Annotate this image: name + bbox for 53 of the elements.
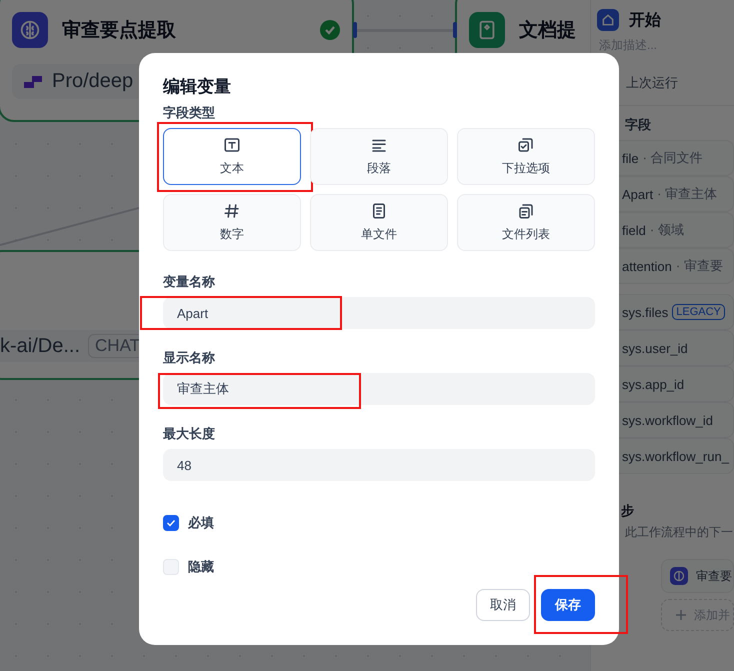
section-description: 此工作流程中的下一 (624, 524, 734, 541)
field-label: 字段类型 (163, 104, 216, 122)
variable-name: sys.workflow_id (622, 412, 714, 428)
variable-label: · 审查主体 (657, 185, 718, 203)
input-field[interactable]: 48 (163, 449, 595, 481)
legacy-tag: LEGACY (672, 304, 725, 320)
variable-name: file (622, 150, 639, 166)
variable-name: sys.files (622, 304, 668, 320)
field-type-option[interactable]: 下拉选项 (457, 128, 595, 185)
field-type-option[interactable]: 单文件 (310, 194, 448, 251)
field-label: 显示名称 (163, 349, 216, 367)
next-node[interactable]: 审查要 (661, 559, 734, 593)
field-type-option[interactable]: 数字 (163, 194, 301, 251)
variable-name: field (622, 222, 646, 238)
input-field[interactable]: 审查主体 (163, 373, 595, 405)
variable-name: Apart (622, 186, 654, 202)
save-button[interactable]: 保存 (541, 589, 595, 621)
cancel-button[interactable]: 取消 (476, 589, 530, 621)
variable-name: attention (622, 258, 672, 274)
input-field[interactable]: Apart (163, 297, 595, 329)
section-heading: 字段 (624, 116, 652, 134)
variable-name: sys.workflow_run_ (622, 448, 729, 464)
panel-title: 开始 (629, 10, 661, 30)
documents-icon (517, 202, 535, 220)
hash-icon (223, 202, 241, 220)
field-label: 最大长度 (163, 425, 216, 443)
checkbox-label: 必填 (188, 514, 214, 532)
section-heading: 步 (620, 502, 635, 520)
brain-icon (673, 570, 685, 582)
node-title: 审查要点提取 (62, 18, 177, 43)
document-icon (370, 202, 388, 220)
variable-name: sys.app_id (622, 376, 684, 392)
variable-label: · 合同文件 (642, 149, 703, 167)
model-name: k-ai/De... (0, 334, 80, 358)
checkbox-label: 隐藏 (188, 558, 214, 576)
field-label: 变量名称 (163, 273, 216, 291)
checked-copy-icon (517, 136, 535, 154)
panel-tab[interactable]: 上次运行 (626, 74, 678, 105)
variable-label: · 审查要 (676, 257, 723, 275)
plus-icon (676, 610, 686, 620)
text-type-icon (223, 136, 241, 154)
checkbox[interactable] (163, 515, 179, 531)
variable-label: · 领域 (650, 221, 684, 239)
field-type-option[interactable]: 段落 (310, 128, 448, 185)
brain-icon (19, 19, 41, 41)
home-icon (601, 13, 615, 27)
field-type-option[interactable]: 文件列表 (457, 194, 595, 251)
node-title: 文档提 (519, 18, 577, 43)
model-logo-icon (24, 76, 42, 88)
dialog-title: 编辑变量 (163, 76, 232, 98)
field-type-option[interactable]: 文本 (163, 128, 301, 185)
check-icon (166, 518, 176, 528)
variable-name: sys.user_id (622, 340, 688, 356)
